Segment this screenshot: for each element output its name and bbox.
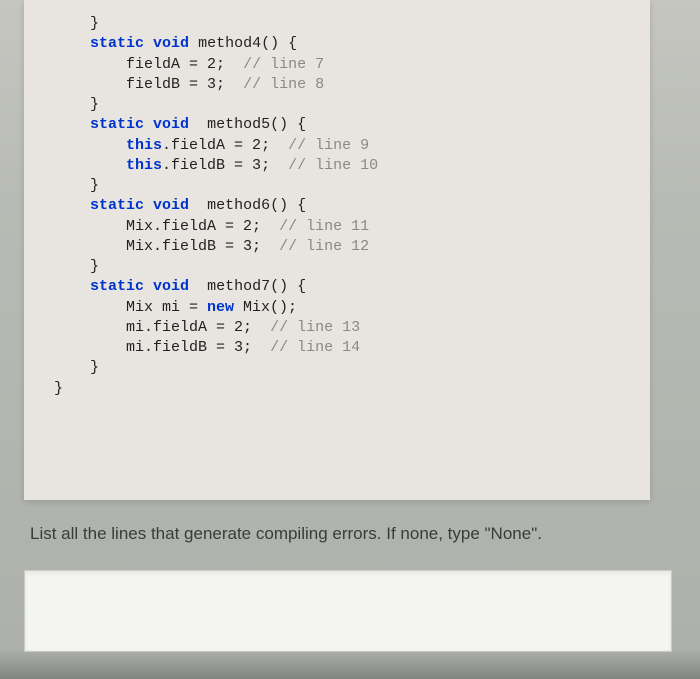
code-line: } <box>54 358 650 378</box>
question-area: List all the lines that generate compili… <box>24 516 674 558</box>
code-line-12: Mix.fieldB = 3; // line 12 <box>54 237 650 257</box>
code-line: } <box>54 95 650 115</box>
code-line: } <box>54 176 650 196</box>
code-line-class-close: } <box>54 379 650 399</box>
code-line-9: this.fieldA = 2; // line 9 <box>54 136 650 156</box>
code-line: } <box>54 257 650 277</box>
code-line-13: mi.fieldA = 2; // line 13 <box>54 318 650 338</box>
code-line-method6-sig: static void method6() { <box>54 196 650 216</box>
code-line-14: mi.fieldB = 3; // line 14 <box>54 338 650 358</box>
code-line-11: Mix.fieldA = 2; // line 11 <box>54 217 650 237</box>
question-text: List all the lines that generate compili… <box>24 516 674 558</box>
code-line-10: this.fieldB = 3; // line 10 <box>54 156 650 176</box>
code-line-method5-sig: static void method5() { <box>54 115 650 135</box>
code-line-new-mix: Mix mi = new Mix(); <box>54 298 650 318</box>
code-line-method7-sig: static void method7() { <box>54 277 650 297</box>
code-snippet-panel: } static void method4() { fieldA = 2; //… <box>24 0 650 500</box>
code-line: } <box>54 14 650 34</box>
answer-input[interactable] <box>24 570 672 652</box>
code-line-8: fieldB = 3; // line 8 <box>54 75 650 95</box>
code-line-method4-sig: static void method4() { <box>54 34 650 54</box>
code-line-7: fieldA = 2; // line 7 <box>54 55 650 75</box>
